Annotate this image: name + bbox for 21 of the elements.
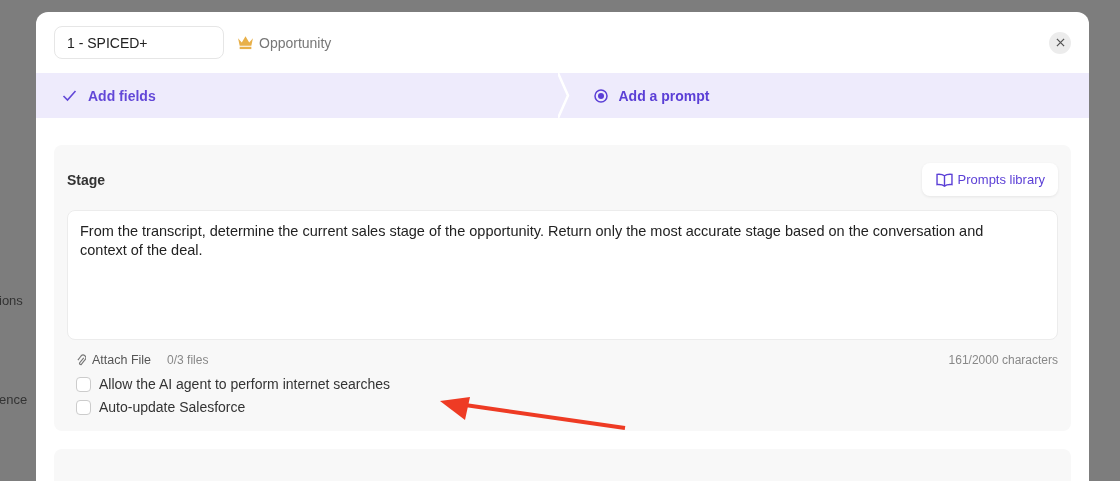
file-count: 0/3 files [167,353,209,367]
checkbox-label: Auto-update Salesforce [99,399,246,415]
prompt-field[interactable]: From the transcript, determine the current sales stage of the opportunity. Return only the most accurate stage based on the conversation and context of the deal. [67,210,1058,340]
attach-file-button[interactable]: Attach File [77,353,152,367]
step-tab[interactable]: Add a prompt [569,73,1089,118]
paperclip-icon [77,353,86,367]
background-text: ions [0,293,23,308]
name-field[interactable]: 1 - SPICED+ [54,26,224,59]
prompts-library-button[interactable]: Prompts library [921,163,1058,196]
checkbox[interactable] [76,399,91,415]
step-tab[interactable]: Add fields [36,73,558,118]
crown-icon [237,35,254,50]
background-text: ence [0,392,28,407]
close-icon [1055,38,1065,47]
object-label: Opportunity [259,34,332,51]
checkbox[interactable] [76,376,91,392]
field-title: Stage [67,171,106,188]
checkbox-label: Allow the AI agent to perform internet searches [99,376,391,392]
character-count: 161/2000 characters [948,353,1058,367]
book-icon [935,172,953,187]
close-button[interactable] [1049,31,1071,54]
